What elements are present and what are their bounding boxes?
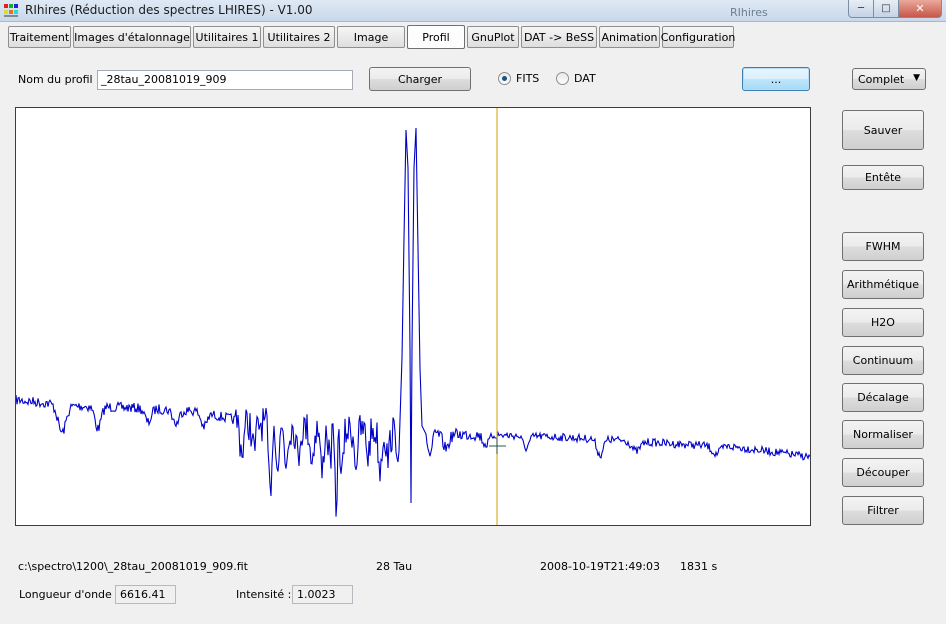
header-button[interactable]: Entête [842,165,924,190]
arithmetic-button[interactable]: Arithmétique [842,270,924,299]
browse-button[interactable]: ... [742,67,810,91]
file-path: c:\spectro\1200\_28tau_20081019_909.fit [18,560,248,573]
radio-fits-circle[interactable] [498,72,511,85]
background-window-title: RIhires [730,6,768,19]
load-button[interactable]: Charger [369,67,471,91]
continuum-button[interactable]: Continuum [842,346,924,375]
tab-gnuplot[interactable]: GnuPlot [467,26,519,48]
radio-dat[interactable]: DAT [556,72,596,85]
close-button[interactable]: ✕ [899,0,942,18]
tab-dat-bess[interactable]: DAT -> BeSS [521,26,597,48]
profile-name-label: Nom du profil : [18,73,100,86]
exposure-time: 1831 s [680,560,718,573]
mode-select[interactable]: Complet ▼ [852,68,926,90]
window-title: RIhires (Réduction des spectres LHIRES) … [25,3,313,17]
radio-fits-label: FITS [516,72,540,85]
chevron-down-icon[interactable]: ▼ [913,73,920,83]
radio-dat-circle[interactable] [556,72,569,85]
radio-dat-label: DAT [574,72,596,85]
wavelength-label: Longueur d'onde : [19,588,120,601]
app-icon [4,4,18,17]
minimize-button[interactable]: ─ [848,0,874,18]
mode-select-value: Complet [858,72,905,86]
radio-fits[interactable]: FITS [498,72,539,85]
tab-configuration[interactable]: Configuration [661,26,735,48]
spectrum-plot[interactable] [15,107,811,526]
intensity-value: 1.0023 [292,585,353,604]
tab-traitement[interactable]: Traitement [8,26,71,48]
maximize-icon: □ [881,2,891,14]
minimize-icon: ─ [857,2,865,14]
object-name: 28 Tau [376,560,413,573]
tab-images-etalonnage[interactable]: Images d'étalonnage [73,26,191,48]
observation-date: 2008-10-19T21:49:03 [540,560,661,573]
spectrum-plot-svg[interactable] [16,108,810,525]
close-icon: ✕ [915,2,925,15]
crosshair-icon [489,438,506,454]
tab-image[interactable]: Image [337,26,405,48]
maximize-button[interactable]: □ [874,0,899,18]
crop-button[interactable]: Découper [842,458,924,487]
title-bar: RIhires (Réduction des spectres LHIRES) … [0,0,946,22]
tab-utilitaires-1[interactable]: Utilitaires 1 [193,26,261,48]
tab-profil[interactable]: Profil [407,25,465,49]
tab-animation[interactable]: Animation [599,26,660,48]
wavelength-value: 6616.41 [115,585,176,604]
save-button[interactable]: Sauver [842,110,924,150]
normalize-button[interactable]: Normaliser [842,420,924,449]
h2o-button[interactable]: H2O [842,308,924,337]
intensity-label: Intensité : [236,588,292,601]
spectrum-line [16,127,810,517]
fwhm-button[interactable]: FWHM [842,232,924,261]
tab-utilitaires-2[interactable]: Utilitaires 2 [263,26,335,48]
profile-name-input[interactable]: _28tau_20081019_909 [97,70,353,90]
filter-button[interactable]: Filtrer [842,496,924,525]
shift-button[interactable]: Décalage [842,383,924,412]
